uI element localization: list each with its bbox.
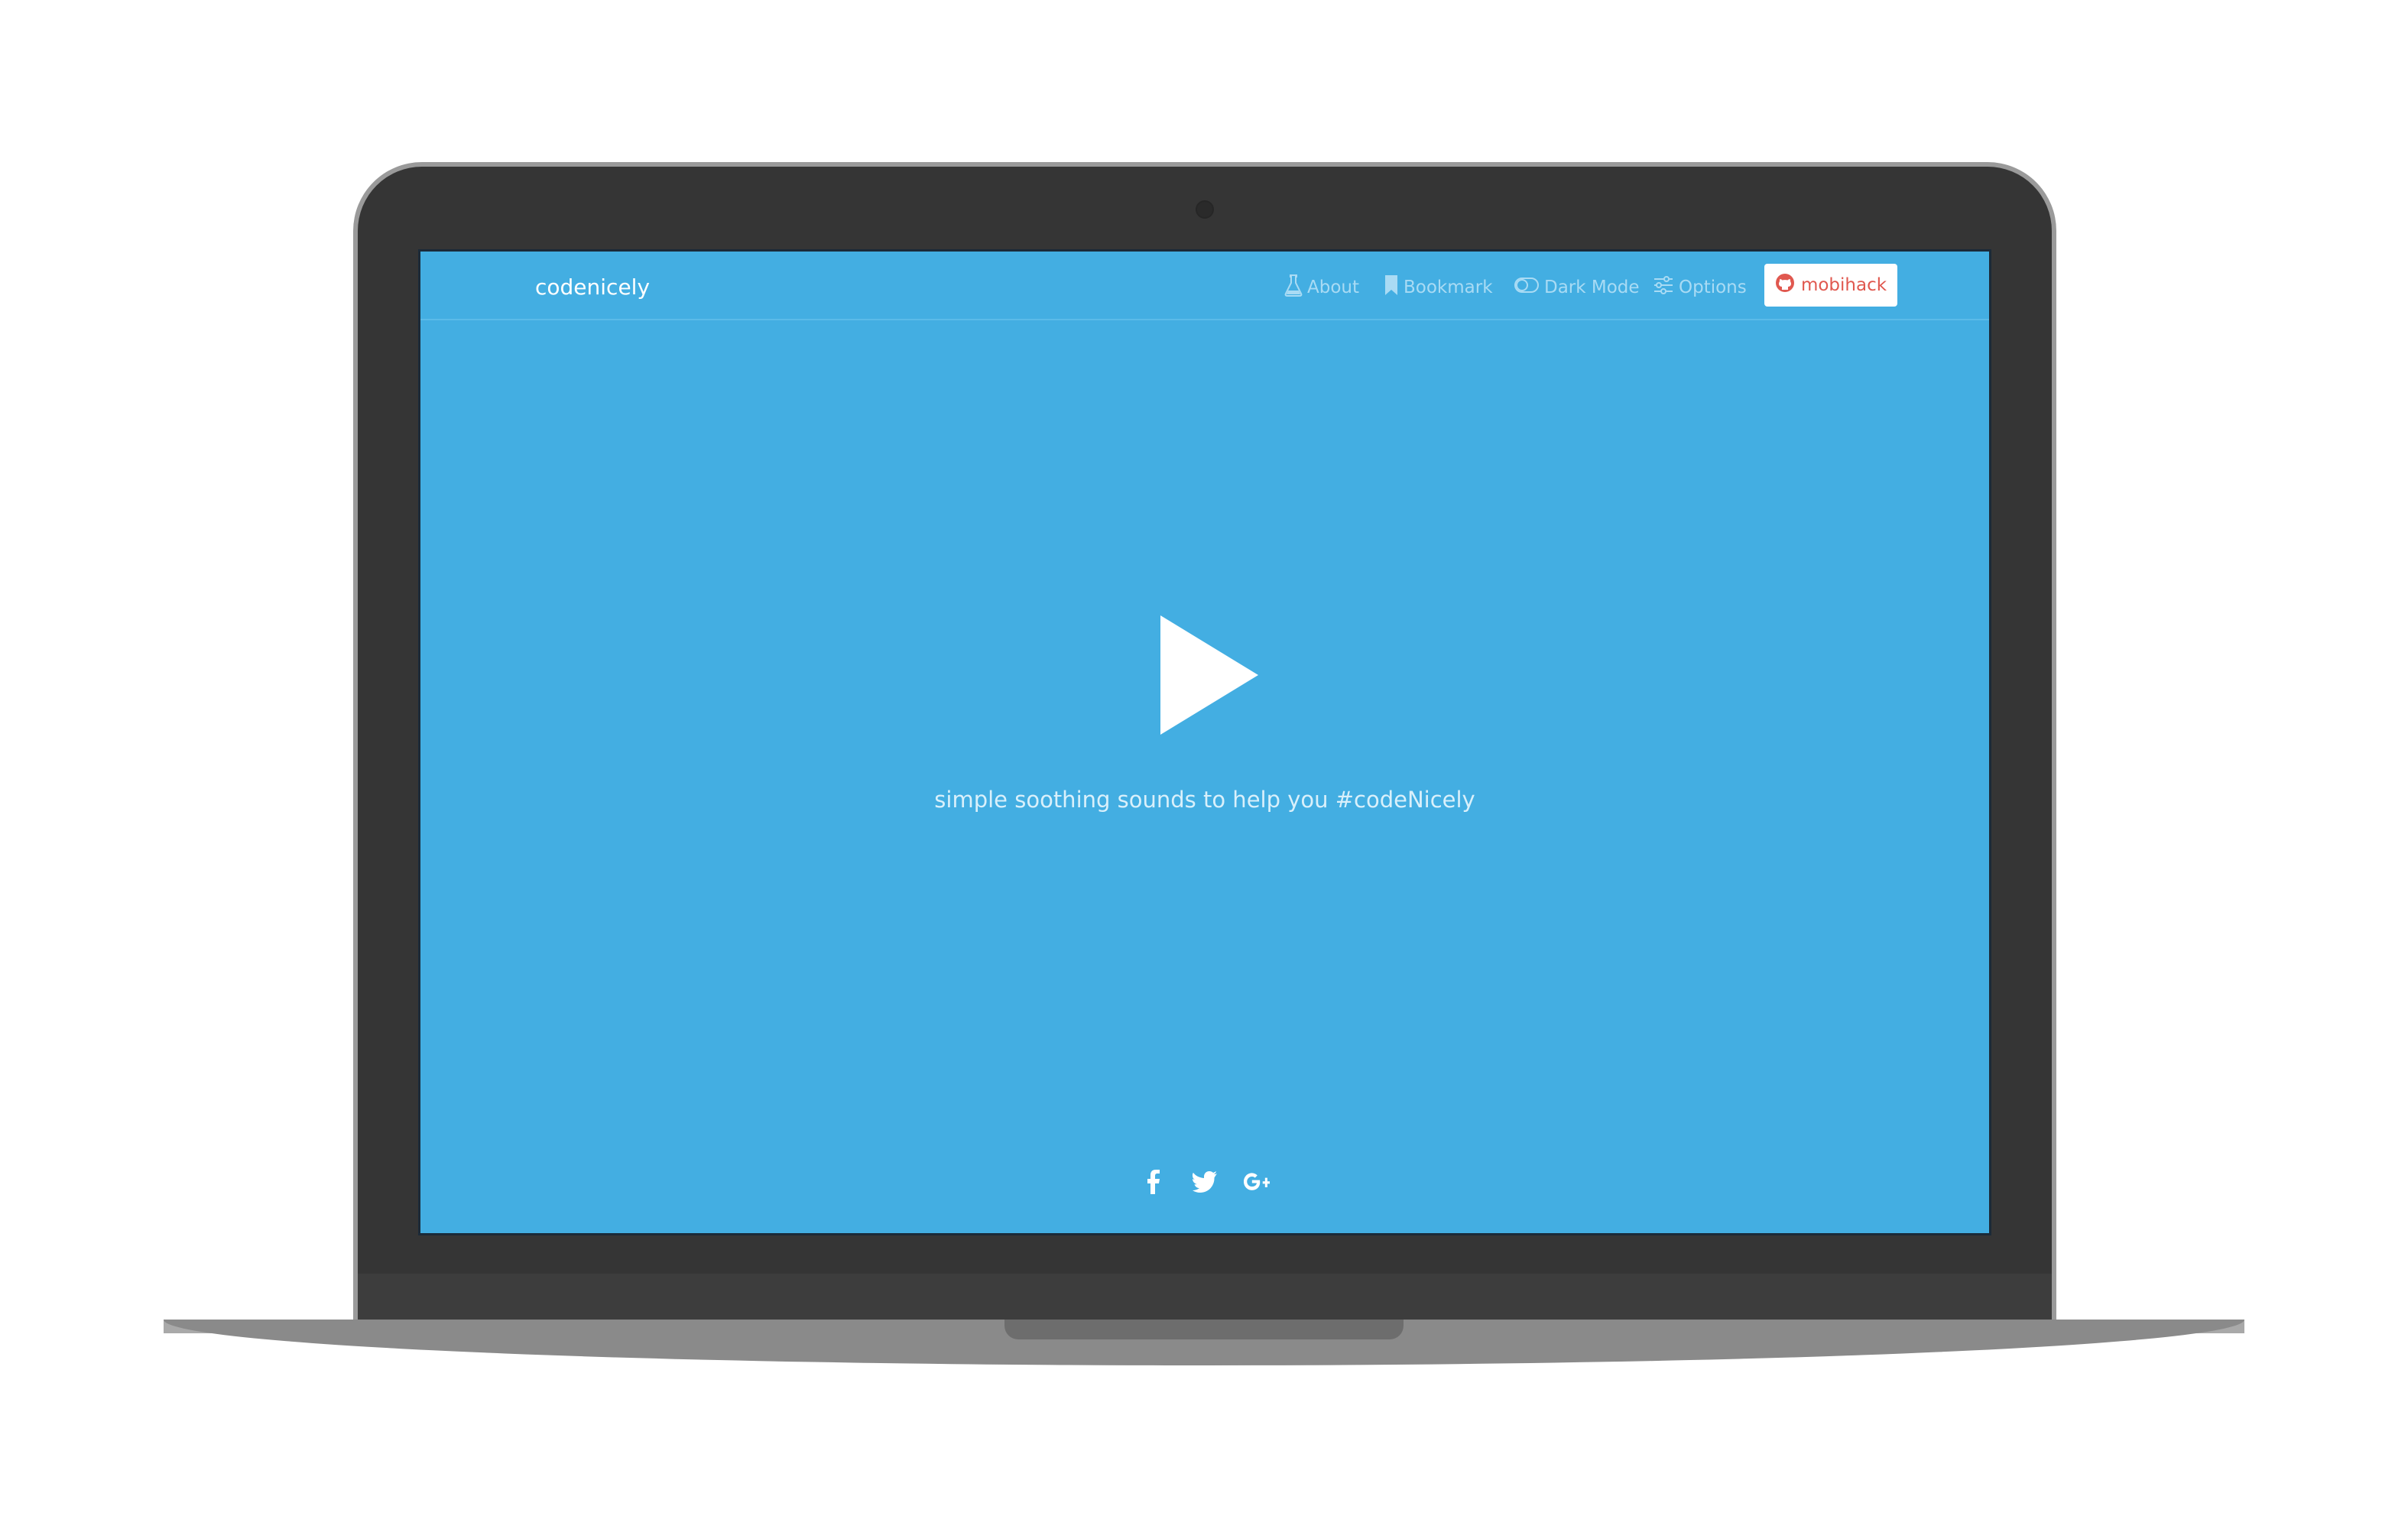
laptop-notch xyxy=(1004,1320,1404,1339)
screen: codenicely About Bookmark Dark Mode Opti… xyxy=(418,249,1991,1235)
facebook-icon[interactable] xyxy=(1140,1169,1166,1195)
play-button[interactable] xyxy=(1160,615,1258,735)
laptop-bezel-bottom xyxy=(358,1274,2052,1324)
github-button-label: mobihack xyxy=(1800,275,1887,295)
play-icon xyxy=(1160,615,1258,735)
social-links xyxy=(420,1169,1989,1195)
flask-icon xyxy=(1284,274,1307,301)
camera-icon xyxy=(1196,200,1214,219)
tagline: simple soothing sounds to help you #code… xyxy=(934,787,1475,813)
github-icon xyxy=(1775,273,1801,297)
nav-bookmark[interactable]: Bookmark xyxy=(1384,274,1493,300)
github-button[interactable]: mobihack xyxy=(1764,264,1897,307)
navbar: codenicely About Bookmark Dark Mode Opti… xyxy=(420,252,1989,320)
brand-logo[interactable]: codenicely xyxy=(535,274,650,300)
nav-options[interactable]: Options xyxy=(1653,274,1747,300)
bookmark-icon xyxy=(1384,274,1404,301)
nav-dark-mode[interactable]: Dark Mode xyxy=(1514,274,1640,300)
nav-about-label: About xyxy=(1307,278,1360,297)
google-plus-icon[interactable] xyxy=(1244,1169,1270,1195)
twitter-icon[interactable] xyxy=(1192,1169,1218,1195)
sliders-icon xyxy=(1653,274,1679,300)
toggle-icon xyxy=(1514,276,1544,299)
nav-about[interactable]: About xyxy=(1284,274,1359,300)
nav-options-label: Options xyxy=(1679,278,1747,297)
nav-bookmark-label: Bookmark xyxy=(1404,278,1493,297)
nav-dark-mode-label: Dark Mode xyxy=(1544,278,1640,297)
